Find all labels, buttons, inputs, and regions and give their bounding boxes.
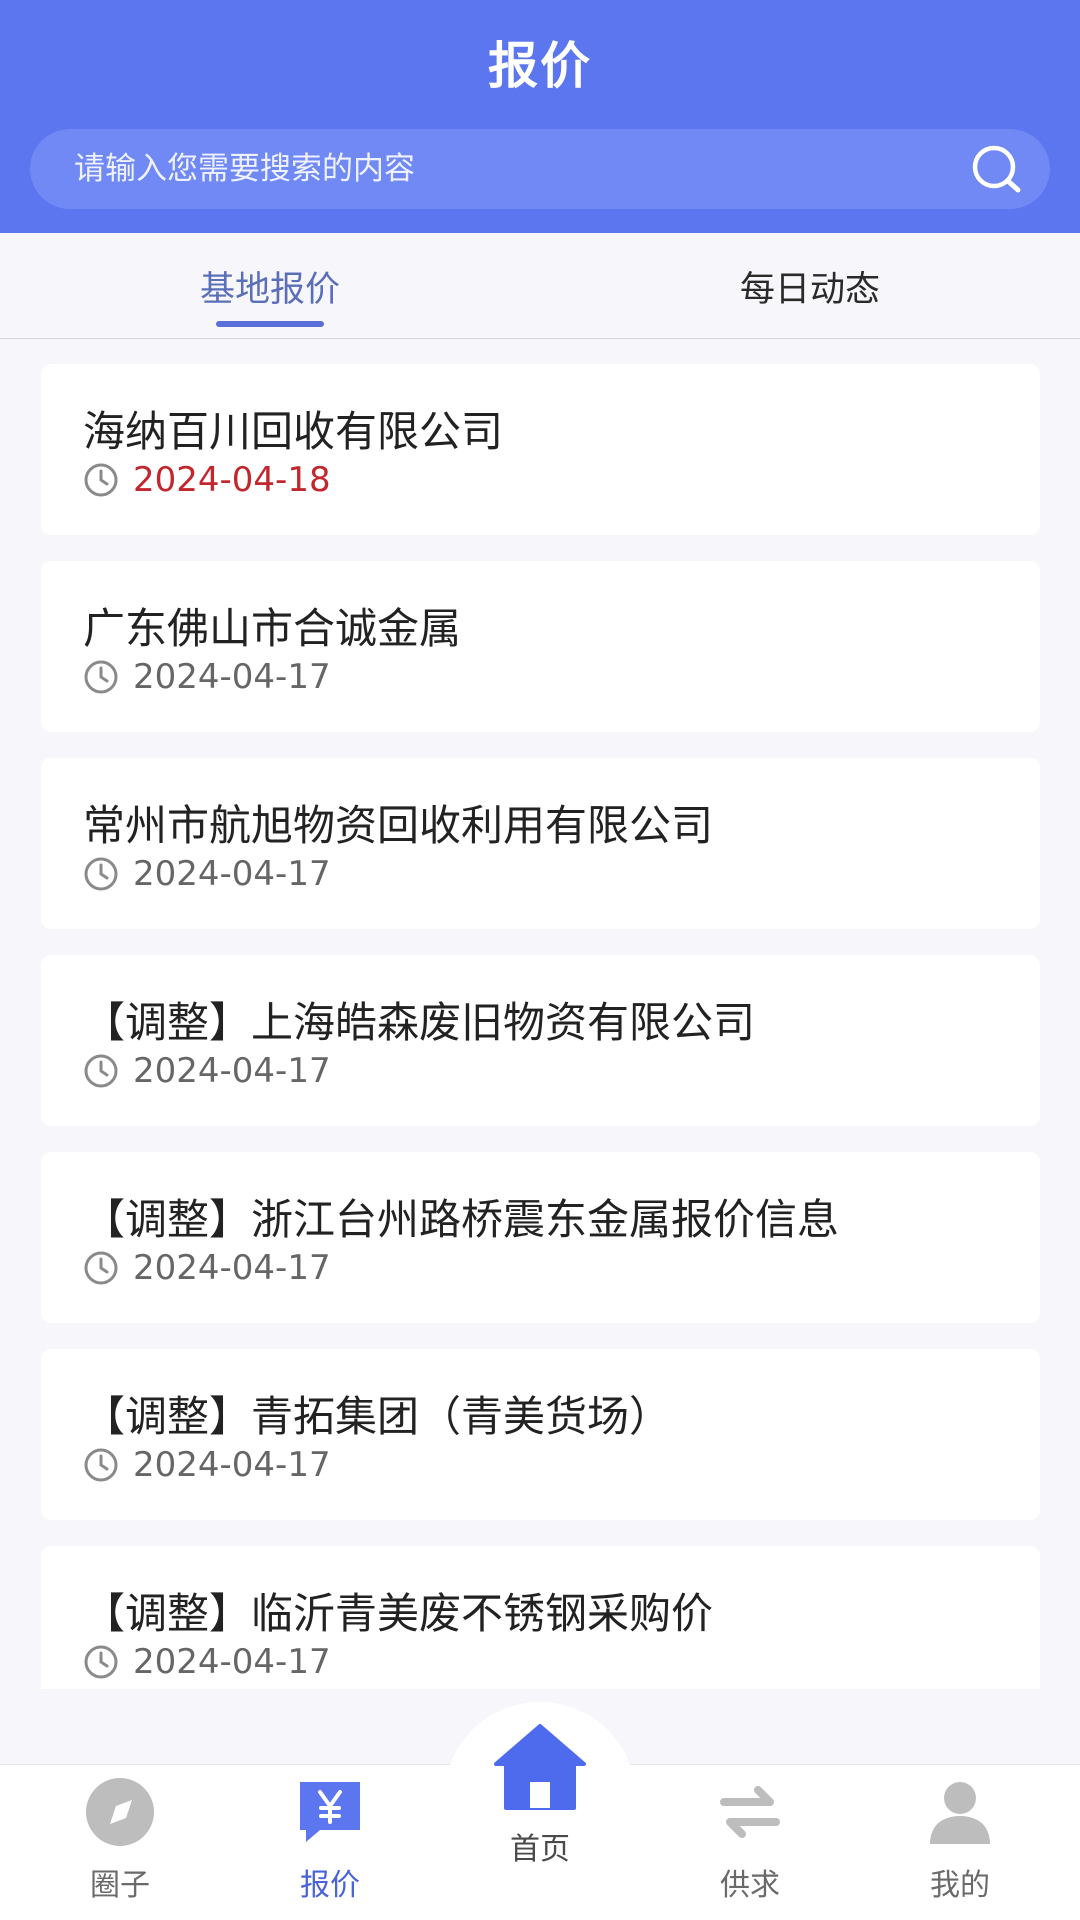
quote-date: 2024-04-18 (133, 460, 331, 500)
app-header: 报价 (0, 0, 1080, 233)
quote-date-row: 2024-04-17 (83, 1642, 331, 1682)
quote-date: 2024-04-17 (133, 657, 331, 697)
clock-icon (84, 463, 118, 497)
quote-list[interactable]: 海纳百川回收有限公司 2024-04-18 广东佛山市合诚金属 2024-04-… (0, 364, 1080, 1689)
quote-date: 2024-04-17 (133, 1642, 331, 1682)
quote-card[interactable]: 【调整】临沂青美废不锈钢采购价 2024-04-17 (41, 1546, 1040, 1689)
quote-date-row: 2024-04-17 (83, 657, 331, 697)
quote-title: 【调整】上海皓森废旧物资有限公司 (83, 998, 756, 1047)
quote-card[interactable]: 海纳百川回收有限公司 2024-04-18 (41, 364, 1040, 535)
nav-supply-label: 供求 (720, 1868, 780, 1903)
nav-home[interactable]: 首页 (440, 1716, 640, 1916)
clock-icon (84, 660, 118, 694)
nav-mine-label: 我的 (930, 1868, 990, 1903)
quote-card[interactable]: 【调整】浙江台州路桥震东金属报价信息 2024-04-17 (41, 1152, 1040, 1323)
quote-date-row: 2024-04-17 (83, 1051, 331, 1091)
quote-date-row: 2024-04-17 (83, 854, 331, 894)
quote-card[interactable]: 【调整】青拓集团（青美货场） 2024-04-17 (41, 1349, 1040, 1520)
nav-quote-label: 报价 (300, 1868, 360, 1903)
quote-title: 海纳百川回收有限公司 (83, 407, 504, 456)
quote-page: 报价 基地报价 每日动态 海纳百川回收有限公司 2024-04-18 (0, 0, 1080, 1920)
swap-icon (720, 1786, 780, 1838)
yen-chat-icon (300, 1782, 360, 1842)
nav-circle-label: 圈子 (90, 1868, 150, 1903)
user-icon (930, 1782, 990, 1844)
quote-date: 2024-04-17 (133, 1051, 331, 1091)
quote-date-row: 2024-04-17 (83, 1445, 331, 1485)
clock-icon (84, 1251, 118, 1285)
clock-icon (84, 857, 118, 891)
quote-card[interactable]: 广东佛山市合诚金属 2024-04-17 (41, 561, 1040, 732)
quote-card[interactable]: 常州市航旭物资回收利用有限公司 2024-04-17 (41, 758, 1040, 929)
nav-mine[interactable]: 我的 (860, 1764, 1060, 1920)
active-tab-indicator (216, 321, 324, 327)
quote-title: 【调整】青拓集团（青美货场） (83, 1392, 672, 1441)
quote-date-row: 2024-04-17 (83, 1248, 331, 1288)
nav-circle[interactable]: 圈子 (20, 1764, 220, 1920)
clock-icon (84, 1054, 118, 1088)
home-icon (494, 1724, 586, 1810)
quote-date: 2024-04-17 (133, 1445, 331, 1485)
nav-quote[interactable]: 报价 (230, 1764, 430, 1920)
search-bar[interactable] (30, 129, 1050, 209)
search-icon[interactable] (968, 141, 1024, 197)
search-input[interactable] (74, 129, 954, 209)
quote-card[interactable]: 【调整】上海皓森废旧物资有限公司 2024-04-17 (41, 955, 1040, 1126)
clock-icon (84, 1645, 118, 1679)
page-title: 报价 (488, 37, 592, 95)
clock-icon (84, 1448, 118, 1482)
quote-date: 2024-04-17 (133, 1248, 331, 1288)
quote-title: 广东佛山市合诚金属 (83, 604, 462, 653)
quote-title: 【调整】临沂青美废不锈钢采购价 (83, 1589, 714, 1638)
quote-date-row: 2024-04-18 (83, 460, 331, 500)
tab-bar: 基地报价 每日动态 (0, 233, 1080, 339)
tab-base-quote-label: 基地报价 (199, 269, 340, 310)
nav-supply[interactable]: 供求 (650, 1764, 850, 1920)
tab-daily-news[interactable]: 每日动态 (540, 233, 1080, 339)
quote-title: 常州市航旭物资回收利用有限公司 (83, 801, 714, 850)
quote-date: 2024-04-17 (133, 854, 331, 894)
compass-icon (86, 1778, 154, 1846)
tab-daily-news-label: 每日动态 (739, 269, 880, 310)
nav-home-label: 首页 (510, 1832, 570, 1867)
quote-title: 【调整】浙江台州路桥震东金属报价信息 (83, 1195, 840, 1244)
